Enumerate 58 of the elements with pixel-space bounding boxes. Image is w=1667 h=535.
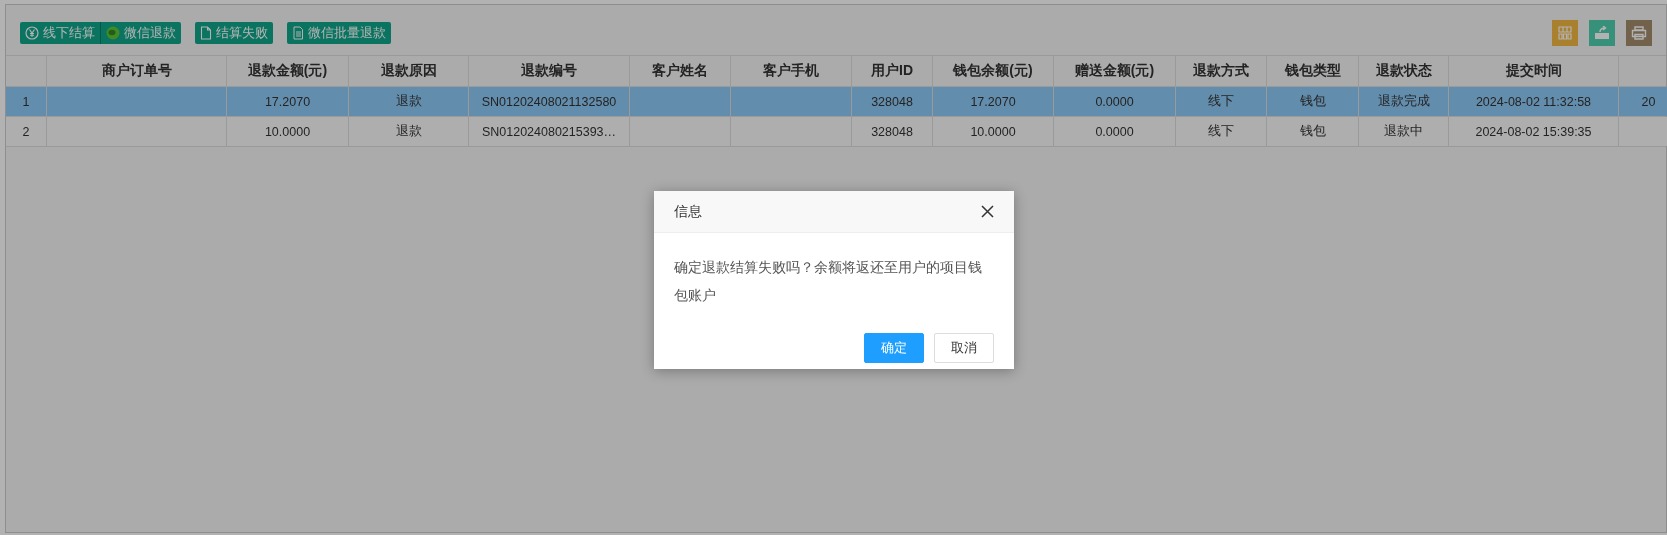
table-cell: 退款: [395, 93, 422, 110]
table-cell: 2024-08-02 15:39:35: [1475, 124, 1592, 139]
table-cell: 17.2070: [970, 94, 1016, 109]
table-cell: 退款中: [1384, 123, 1423, 140]
table-cell: 退款完成: [1377, 93, 1430, 110]
table-cell: 钱包: [1299, 93, 1326, 110]
close-button[interactable]: [981, 205, 994, 218]
column-header: 提交时间: [1449, 56, 1619, 86]
document-icon: [200, 26, 212, 40]
column-header: 退款方式: [1176, 56, 1267, 86]
table-row[interactable]: 1 17.2070 退款 SN01202408021132580 328048 17.2070 0.0000 线下 钱包 退款完成 2024-08-02 11:32:58 20: [6, 87, 1666, 117]
table-row[interactable]: 2 10.0000 退款 SN012024080215393… 328048 10.0000 0.0000 线下 钱包 退款中 2024-08-02 15:39:35: [6, 117, 1666, 147]
table-cell: 0.0000: [1095, 94, 1134, 109]
column-header: 钱包类型: [1267, 56, 1359, 86]
table-cell: 钱包: [1299, 123, 1326, 140]
column-header: 商户订单号: [47, 56, 227, 86]
table-cell: 17.2070: [264, 94, 311, 109]
toolbar-button[interactable]: 微信退款: [100, 22, 181, 44]
column-header: 客户手机: [731, 56, 852, 86]
table-cell: 退款: [395, 123, 422, 140]
close-icon: [981, 205, 994, 218]
table-cell: 10.0000: [264, 124, 311, 139]
column-header: 客户姓名: [630, 56, 731, 86]
dialog-message: 确定退款结算失败吗？余额将返还至用户的项目钱包账户: [673, 258, 983, 305]
table-cell: 328048: [871, 124, 913, 139]
table-cell: 2: [22, 124, 30, 139]
grid-icon: [1558, 26, 1572, 40]
column-header: 用户ID: [852, 56, 933, 86]
table-cell: 20: [1641, 94, 1656, 109]
table-cell: 2024-08-02 11:32:58: [1475, 94, 1592, 109]
dialog-title: 信息: [674, 202, 702, 221]
columns-button[interactable]: [1552, 20, 1578, 46]
print-button[interactable]: [1626, 20, 1652, 46]
column-header: 退款状态: [1359, 56, 1449, 86]
table-cell: 1: [22, 94, 30, 109]
column-header: 赠送金额(元): [1054, 56, 1176, 86]
toolbar-button[interactable]: 结算失败: [195, 22, 273, 44]
confirm-button[interactable]: 确定: [864, 333, 924, 363]
document-icon: [292, 26, 304, 40]
table-cell: 0.0000: [1095, 124, 1134, 139]
table-cell: SN01202408021132580: [481, 94, 617, 109]
chat-bubble-icon: [106, 26, 120, 40]
table-cell: 线下: [1208, 93, 1234, 110]
table-cell: 10.0000: [970, 124, 1016, 139]
column-header: 退款金额(元): [227, 56, 349, 86]
column-header: 退款编号: [469, 56, 630, 86]
table-cell: 328048: [871, 94, 913, 109]
cancel-button[interactable]: 取消: [934, 333, 994, 363]
export-button[interactable]: [1589, 20, 1615, 46]
table-cell: SN012024080215393…: [481, 124, 617, 139]
column-header: 钱包余额(元): [933, 56, 1054, 86]
column-header: 退款原因: [349, 56, 469, 86]
export-icon: [1594, 26, 1610, 40]
toolbar-button[interactable]: 微信批量退款: [287, 22, 391, 44]
print-icon: [1631, 26, 1647, 40]
yen-icon: [25, 26, 39, 40]
toolbar-button[interactable]: 线下结算: [20, 22, 100, 44]
table-cell: 线下: [1208, 123, 1234, 140]
